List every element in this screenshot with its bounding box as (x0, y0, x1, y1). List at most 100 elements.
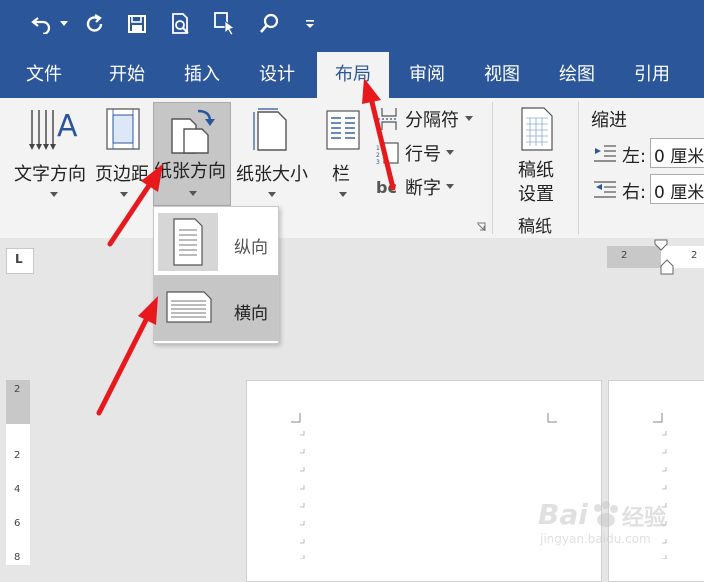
tab-review[interactable]: 审阅 (397, 52, 457, 98)
manuscript-icon (521, 107, 553, 151)
ribbon-tab-bar: 文件 开始 插入 设计 布局 审阅 视图 绘图 引用 (0, 52, 704, 98)
orientation-icon (171, 109, 215, 154)
ruler-mark: 2 (14, 384, 21, 395)
portrait-option[interactable]: 纵向 (156, 209, 276, 273)
chevron-down-icon (120, 192, 128, 197)
document-area: L 2 2 2 2 4 6 8 Bai 经验 jingyan.baidu.com (0, 238, 704, 582)
undo-icon[interactable] (28, 10, 54, 38)
columns-icon (326, 110, 360, 150)
portrait-label: 纵向 (234, 238, 268, 258)
text-direction-label: 文字方向 (14, 164, 86, 185)
tab-view[interactable]: 视图 (472, 52, 532, 98)
tab-home[interactable]: 开始 (97, 52, 157, 98)
orientation-menu: 纵向 横向 (153, 206, 279, 344)
group-separator (578, 102, 579, 234)
ruler-mark: 8 (14, 552, 21, 563)
baidu-watermark: Bai 经验 jingyan.baidu.com (538, 498, 678, 558)
hyphenation-icon: bc (376, 178, 397, 197)
size-button[interactable]: 纸张大小 (234, 102, 310, 202)
margins-label: 页边距 (95, 164, 149, 185)
tab-layout[interactable]: 布局 (317, 52, 389, 98)
paw-icon (594, 501, 618, 527)
hyphenation-label: 断字 (405, 178, 441, 199)
manuscript-setup-button[interactable]: 稿纸 设置 (508, 104, 568, 205)
line-numbers-icon: 1 2 3 (376, 142, 399, 164)
indent-right-value: 0 厘米 (654, 183, 704, 203)
page-corner-mark (291, 413, 301, 423)
breaks-icon (378, 108, 398, 130)
landscape-label: 横向 (234, 304, 268, 324)
indent-label: 缩进 (591, 110, 627, 131)
svg-text:3: 3 (376, 159, 380, 164)
ruler-mark: 2 (691, 250, 698, 261)
landscape-page-icon (166, 291, 212, 323)
chevron-down-icon (339, 192, 347, 197)
orientation-label: 纸张方向 (154, 161, 226, 182)
landscape-option[interactable]: 横向 (154, 275, 278, 341)
hyphenation-button[interactable]: bc 断字 (376, 174, 476, 200)
paragraph-marks (299, 429, 307, 560)
indent-left-input[interactable]: 0 厘米 (650, 138, 704, 168)
touch-mode-icon[interactable] (212, 10, 238, 38)
chevron-down-icon (189, 191, 197, 196)
tab-references[interactable]: 引用 (622, 52, 682, 98)
line-numbers-label: 行号 (405, 144, 441, 165)
breaks-label: 分隔符 (405, 110, 459, 131)
indent-left-value: 0 厘米 (654, 147, 704, 167)
customize-icon[interactable] (300, 10, 320, 38)
svg-text:A: A (57, 109, 78, 144)
watermark-brand-2: 经验 (622, 506, 667, 531)
text-direction-icon: A (29, 109, 78, 150)
vertical-ruler-margin: 2 (6, 380, 30, 424)
size-label: 纸张大小 (236, 164, 308, 185)
dialog-launcher-icon[interactable] (476, 222, 486, 232)
indent-left-label: 左: (622, 146, 647, 167)
margins-icon (106, 108, 140, 150)
text-direction-button[interactable]: A 文字方向 (8, 102, 96, 202)
svg-text:1: 1 (376, 145, 380, 152)
undo-dropdown-icon[interactable] (56, 10, 72, 38)
save-icon[interactable] (124, 10, 150, 38)
indent-right-label: 右: (622, 182, 647, 203)
tab-file[interactable]: 文件 (14, 52, 74, 98)
manuscript-group-label: 稿纸 (518, 217, 552, 237)
manuscript-setup-label-2: 设置 (518, 184, 554, 205)
columns-label: 栏 (332, 164, 350, 185)
tab-insert[interactable]: 插入 (172, 52, 232, 98)
ruler-mark: 6 (14, 518, 21, 529)
print-preview-icon[interactable] (168, 10, 194, 38)
indent-markers[interactable] (652, 238, 678, 278)
page-corner-mark (547, 413, 557, 423)
chevron-down-icon (446, 150, 454, 155)
portrait-page-icon (173, 218, 203, 266)
svg-text:2: 2 (376, 152, 380, 159)
title-bar (0, 0, 704, 52)
paper-size-icon (253, 108, 287, 151)
chevron-down-icon (446, 184, 454, 189)
columns-button[interactable]: 栏 (320, 102, 366, 202)
watermark-url: jingyan.baidu.com (540, 532, 651, 546)
line-numbers-button[interactable]: 1 2 3 行号 (376, 140, 476, 166)
redo-icon[interactable] (82, 10, 108, 38)
ruler-mark: 4 (14, 484, 21, 495)
orientation-button[interactable]: 纸张方向 (153, 102, 231, 206)
tab-selector[interactable]: L (6, 248, 34, 274)
indent-left-icon (594, 145, 616, 162)
vertical-ruler: 2 4 6 8 (6, 424, 30, 565)
ruler-mark: 2 (621, 250, 628, 261)
tab-draw[interactable]: 绘图 (547, 52, 607, 98)
chevron-down-icon (50, 192, 58, 197)
tab-design[interactable]: 设计 (247, 52, 307, 98)
indent-right-input[interactable]: 0 厘米 (650, 174, 704, 204)
ruler-mark: 2 (14, 450, 21, 461)
margins-button[interactable]: 页边距 (94, 102, 154, 202)
breaks-button[interactable]: 分隔符 (376, 106, 476, 132)
chevron-down-icon (465, 116, 473, 121)
watermark-brand: Bai (538, 498, 588, 531)
search-icon[interactable] (256, 10, 282, 38)
chevron-down-icon (268, 192, 276, 197)
portrait-icon-frame (158, 213, 218, 271)
indent-right-icon (594, 181, 616, 198)
tab-stop-icon: L (15, 252, 23, 266)
page-corner-mark (653, 413, 663, 423)
